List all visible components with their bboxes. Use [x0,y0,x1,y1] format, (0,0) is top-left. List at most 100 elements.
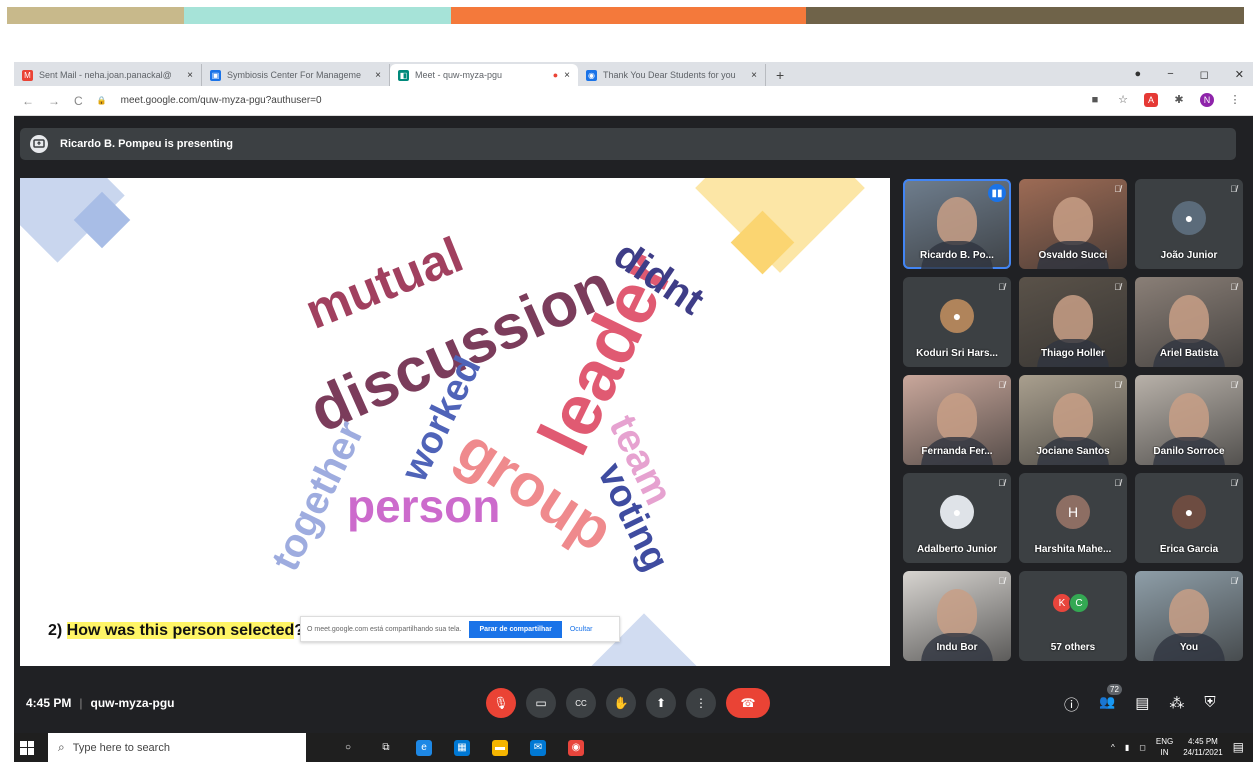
participant-tile[interactable]: 🎙̸ Osvaldo Succi [1019,179,1127,269]
gmail-icon: M [22,69,33,81]
mic-off-icon: 🎙̸ [1230,184,1237,194]
cortana-icon[interactable]: ○ [340,740,356,756]
present-icon[interactable]: ⬆ [646,688,676,718]
participant-tile[interactable]: 🎙̸ Danilo Sorroce [1135,375,1243,465]
close-tab-icon[interactable]: × [564,70,570,81]
mic-off-icon: 🎙̸ [1114,478,1121,488]
participant-name: Harshita Mahe... [1034,544,1112,555]
sheet-icon: ▣ [210,69,221,81]
close-tab-icon[interactable]: × [751,70,757,81]
edge-icon[interactable]: e [416,739,432,756]
participant-video [937,197,977,245]
participant-tile[interactable]: 🎙̸ You [1135,571,1243,661]
browser-tab[interactable]: ▣ Symbiosis Center For Manageme × [202,64,390,86]
participant-tile[interactable]: 🎙̸ Indu Bor [903,571,1011,661]
participant-name: Danilo Sorroce [1153,446,1225,457]
participant-video [1169,589,1209,637]
new-tab-button[interactable]: + [776,64,784,86]
tray-chevron-icon[interactable]: ^ [1111,743,1115,752]
bookmark-star-icon[interactable]: ☆ [1116,93,1130,107]
mic-off-icon: 🎙̸ [1114,282,1121,292]
participant-tile[interactable]: 🎙̸ Jociane Santos [1019,375,1127,465]
close-tab-icon[interactable]: × [187,70,193,81]
chrome-taskbar-icon[interactable]: ◉ [568,739,584,756]
search-placeholder: Type here to search [72,741,170,754]
raise-hand-icon[interactable]: ✋ [606,688,636,718]
call-controls: 🎙 ▭ CC ✋ ⬆ ⋮ ☎ [486,688,770,718]
participant-tile[interactable]: ● 🎙̸ João Junior [1135,179,1243,269]
participant-tile[interactable]: ● 🎙̸ Adalberto Junior [903,473,1011,563]
volume-icon[interactable]: ◻ [1139,743,1146,752]
participant-tile[interactable]: 🎙̸ Thiago Holler [1019,277,1127,367]
close-tab-icon[interactable]: × [375,70,381,81]
minimize-button[interactable]: − [1167,68,1173,80]
mail-icon[interactable]: ✉ [530,739,546,756]
mic-off-icon: 🎙̸ [998,282,1005,292]
hide-banner-button[interactable]: Ocultar [570,626,593,633]
info-icon[interactable]: ⓘ [1064,694,1079,715]
task-view-icon[interactable]: ⧉ [378,740,394,756]
profile-icon[interactable]: N [1200,93,1214,107]
participant-name: Adalberto Junior [916,544,997,555]
store-icon[interactable]: ▦ [454,739,470,756]
clock[interactable]: 4:45 PM 24/11/2021 [1183,736,1222,758]
browser-tab-bar: M Sent Mail - neha.joan.panackal@ × ▣ Symbio… [14,62,1253,86]
participant-tile[interactable]: 🎙̸ Fernanda Fer... [903,375,1011,465]
network-icon[interactable]: ▮ [1125,743,1129,752]
people-icon[interactable]: 👥 72 [1099,684,1122,715]
language-indicator[interactable]: ENG IN [1156,736,1173,758]
participant-video [937,589,977,637]
activities-icon[interactable]: ⁂ [1169,694,1184,715]
more-options-icon[interactable]: ⋮ [686,688,716,718]
close-window-button[interactable]: ✕ [1235,68,1244,81]
question-text: 2) How was this person selected? [48,622,304,640]
camera-icon[interactable]: ▭ [526,688,556,718]
extension-icon[interactable]: ■ [1088,93,1102,107]
participant-name: Ricardo B. Po... [920,250,994,261]
notifications-icon[interactable]: ▤ [1233,740,1244,754]
participant-avatar: H [1056,495,1090,529]
reload-button[interactable]: C [74,94,83,108]
presenting-bar: Ricardo B. Pompeu is presenting [20,128,1236,160]
participant-tile[interactable]: H 🎙̸ Harshita Mahe... [1019,473,1127,563]
url-field[interactable]: meet.google.com/quw-myza-pgu?authuser=0 [121,95,322,106]
file-explorer-icon[interactable]: ▬ [492,739,508,756]
stop-sharing-button[interactable]: Parar de compartilhar [469,620,562,638]
tab-title: Symbiosis Center For Manageme [227,70,362,80]
captions-icon[interactable]: CC [566,688,596,718]
browser-tab[interactable]: ◧ Meet - quw-myza-pgu ● × [390,64,578,86]
participant-tile[interactable]: ● 🎙̸ Koduri Sri Hars... [903,277,1011,367]
mic-off-icon: 🎙̸ [998,380,1005,390]
tab-title: Sent Mail - neha.joan.panackal@ [39,70,172,80]
word-person: person [347,480,501,532]
browser-tab[interactable]: M Sent Mail - neha.joan.panackal@ × [14,64,202,86]
meeting-time: 4:45 PM [26,696,72,710]
participant-video [937,393,977,441]
participant-tile[interactable]: ▮▮ Ricardo B. Po... [903,179,1011,269]
host-controls-icon[interactable]: ⛨ [1204,694,1215,715]
menu-icon[interactable]: ⋮ [1228,93,1242,107]
record-indicator-icon: ● [1134,68,1142,80]
lang-top: ENG [1155,737,1174,746]
maximize-button[interactable]: ◻ [1200,68,1209,81]
back-button[interactable]: ← [22,94,34,108]
chat-icon[interactable]: ▤ [1135,694,1149,715]
participant-tile[interactable]: 🎙̸ Ariel Batista [1135,277,1243,367]
forward-button[interactable]: → [48,94,60,108]
end-call-icon[interactable]: ☎ [726,688,770,718]
participant-tile[interactable]: K C 57 others [1019,571,1127,661]
people-count-badge: 72 [1107,684,1122,695]
mic-off-icon[interactable]: 🎙 [486,688,516,718]
participant-video [1053,197,1093,245]
taskbar-search[interactable]: ⌕ Type here to search [48,733,306,762]
meet-window: Ricardo B. Pompeu is presenting mutual d… [14,116,1253,733]
mic-off-icon: 🎙̸ [1230,478,1237,488]
strip-3 [451,7,806,24]
participant-tile[interactable]: ● 🎙̸ Érica Garcia [1135,473,1243,563]
puzzle-icon[interactable]: ✱ [1172,93,1186,107]
start-button[interactable] [20,740,34,755]
participant-name: 57 others [1050,642,1096,653]
browser-tab[interactable]: ◉ Thank You Dear Students for you × [578,64,766,86]
pdf-icon[interactable]: A [1144,93,1158,107]
lock-icon[interactable]: 🔒 [97,96,107,105]
